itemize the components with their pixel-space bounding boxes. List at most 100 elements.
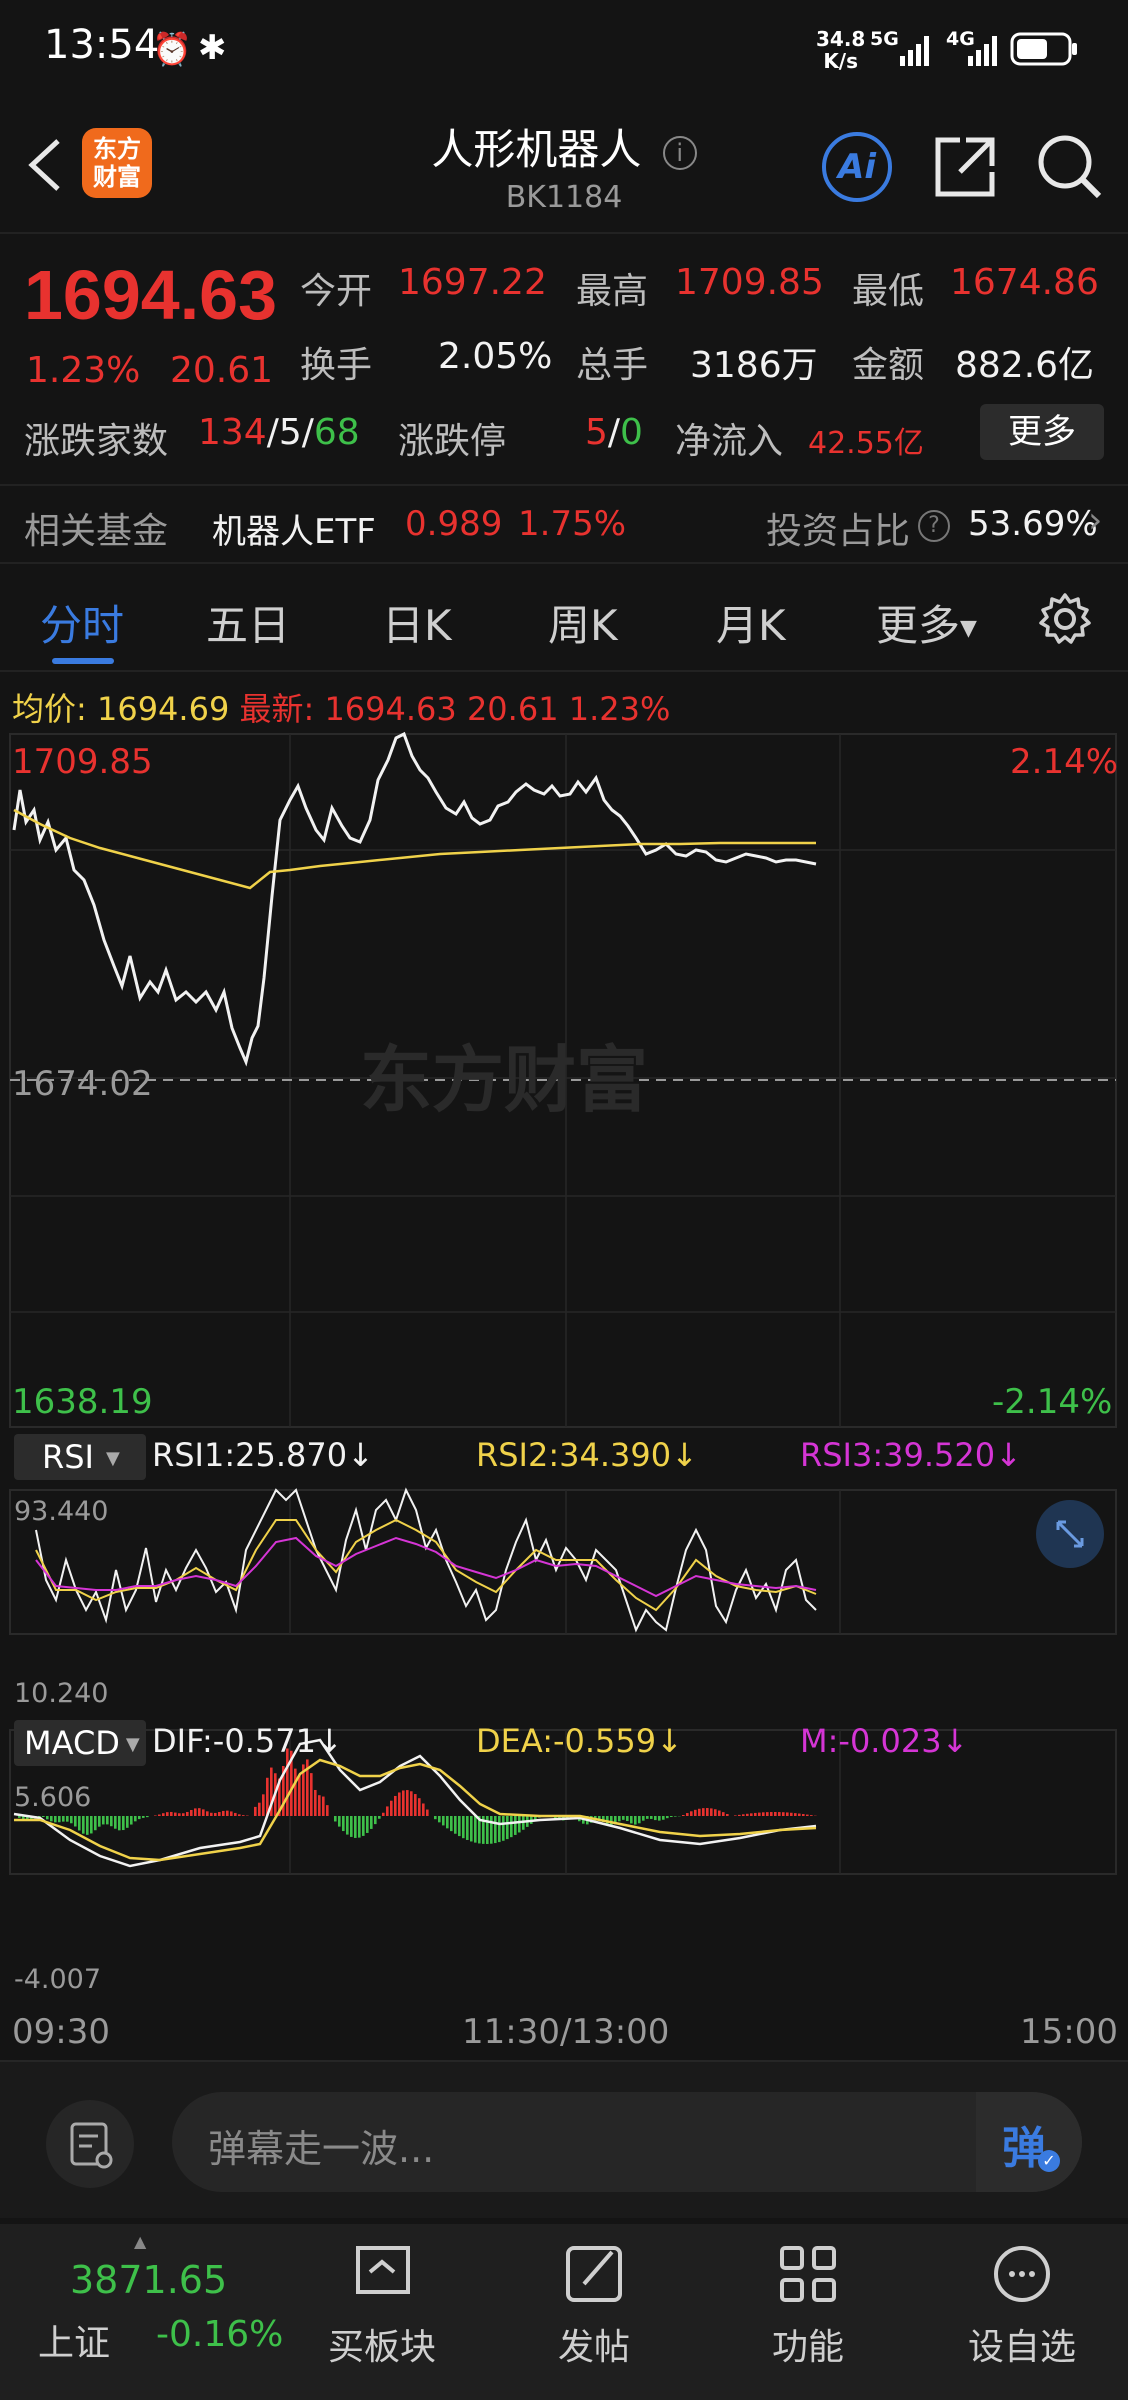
macd-bar	[214, 1812, 217, 1816]
latest-label: 最新:	[239, 690, 315, 728]
macd-bar	[646, 1816, 649, 1819]
comment-input[interactable]: 弹幕走一波... 弹 ✓	[172, 2092, 1082, 2192]
macd-bar	[714, 1809, 717, 1816]
macd-bar	[618, 1816, 621, 1822]
rsi2-line	[35, 1518, 817, 1612]
macd-bar	[322, 1796, 325, 1816]
latest-pct: 1.23%	[568, 690, 671, 728]
y-axis-bottom-label: 1638.19	[12, 1382, 153, 1422]
macd-bar	[450, 1816, 453, 1832]
rsi1-value: RSI1:25.870↓	[152, 1436, 374, 1474]
tab-five-day[interactable]: 五日	[206, 592, 290, 653]
macd-bar	[626, 1816, 629, 1822]
macd-bar	[490, 1816, 493, 1844]
down-count: 68	[313, 412, 360, 453]
macd-bar	[750, 1813, 753, 1816]
current-price: 1694.63	[24, 256, 278, 334]
signal-icon	[900, 36, 929, 66]
tab-more[interactable]: 更多▼	[876, 592, 977, 653]
chart-info-line: 均价: 1694.69 最新: 1694.63 20.61 1.23%	[12, 684, 670, 730]
more-button[interactable]: 更多	[980, 404, 1104, 460]
macd-bar	[630, 1816, 633, 1824]
limit-up: 5	[585, 412, 608, 453]
macd-bar	[294, 1768, 297, 1816]
change-pct: 1.23%	[26, 350, 141, 391]
search-icon[interactable]	[1035, 132, 1105, 202]
macd-bar	[662, 1816, 665, 1820]
expand-icon[interactable]	[1036, 1500, 1104, 1568]
fund-row[interactable]: 相关基金 机器人ETF 0.989 1.75% 投资占比 ? 53.69% ›	[0, 484, 1128, 564]
nav-post[interactable]: 发帖	[528, 2234, 660, 2384]
macd-bar	[222, 1810, 225, 1816]
macd-bar	[790, 1812, 793, 1816]
chevron-right-icon: ›	[1088, 500, 1103, 541]
macd-bar	[82, 1816, 85, 1834]
check-badge-icon: ✓	[1038, 2150, 1060, 2172]
macd-bar	[334, 1816, 337, 1822]
macd-bar	[766, 1812, 769, 1816]
macd-bar	[682, 1814, 685, 1816]
caret-up-icon: ▲	[134, 2232, 147, 2251]
macd-bar	[702, 1808, 705, 1816]
dea-value: DEA:-0.559↓	[476, 1722, 683, 1760]
inflow-value: 42.55亿	[808, 426, 924, 461]
macd-bar	[642, 1816, 645, 1821]
ai-button[interactable]: Ai	[822, 132, 892, 202]
macd-bar	[410, 1791, 413, 1816]
macd-bar	[462, 1816, 465, 1839]
share-icon[interactable]	[930, 132, 1000, 202]
macd-bar	[794, 1813, 797, 1816]
macd-bar	[94, 1816, 97, 1831]
macd-bar	[734, 1815, 737, 1816]
macd-bar	[138, 1816, 141, 1820]
macd-bar	[342, 1816, 345, 1832]
limit-counts: 5/0	[585, 412, 643, 453]
flat-count: 5	[278, 412, 302, 453]
nav-functions[interactable]: 功能	[742, 2234, 874, 2384]
macd-bar	[110, 1816, 113, 1827]
comment-list-button[interactable]	[46, 2100, 134, 2188]
gear-icon[interactable]	[1038, 592, 1092, 646]
index-widget[interactable]: ▲ 3871.65 上证 -0.16%	[0, 2224, 300, 2400]
battery-icon	[1010, 32, 1077, 66]
nav-buy-sector[interactable]: 买板块	[316, 2234, 448, 2384]
macd-bar	[190, 1809, 193, 1816]
turnover-label: 换手	[300, 345, 373, 386]
macd-bar	[18, 1816, 21, 1818]
updown-counts: 134/5/68	[198, 412, 360, 453]
macd-bar	[786, 1812, 789, 1816]
intraday-chart[interactable]: 东方财富	[0, 730, 1128, 2050]
macd-bar	[406, 1790, 409, 1816]
macd-selector[interactable]: MACD ▼	[14, 1720, 146, 1766]
macd-bar	[710, 1808, 713, 1816]
macd-bar	[442, 1816, 445, 1826]
tab-monthly-k[interactable]: 月K	[716, 592, 786, 653]
macd-bar	[54, 1816, 57, 1823]
macd-bar	[50, 1816, 53, 1822]
macd-bar	[774, 1812, 777, 1816]
macd-bar	[758, 1812, 761, 1816]
tab-daily-k[interactable]: 日K	[382, 592, 452, 653]
help-icon[interactable]: ?	[918, 510, 950, 542]
up-count: 134	[198, 412, 267, 453]
nav-add-watchlist[interactable]: 设自选	[956, 2234, 1088, 2384]
info-icon[interactable]: i	[662, 135, 697, 170]
macd-bar	[458, 1816, 461, 1837]
macd-bar	[810, 1815, 813, 1816]
rsi-selector[interactable]: RSI ▼	[14, 1434, 146, 1480]
macd-bar	[666, 1816, 669, 1819]
macd-bar	[802, 1814, 805, 1816]
tab-weekly-k[interactable]: 周K	[548, 592, 618, 653]
rsi2-value: RSI2:34.390↓	[476, 1436, 698, 1474]
macd-bar	[762, 1812, 765, 1816]
macd-bar	[174, 1812, 177, 1816]
macd-bar	[658, 1816, 661, 1821]
macd-bar	[298, 1775, 301, 1816]
macd-bar	[142, 1816, 145, 1818]
caret-down-icon: ▼	[105, 1448, 120, 1469]
macd-bar	[42, 1816, 45, 1818]
macd-bar	[354, 1816, 357, 1838]
macd-bar	[198, 1808, 201, 1816]
tab-intraday[interactable]: 分时	[40, 592, 124, 653]
macd-bar	[130, 1816, 133, 1825]
